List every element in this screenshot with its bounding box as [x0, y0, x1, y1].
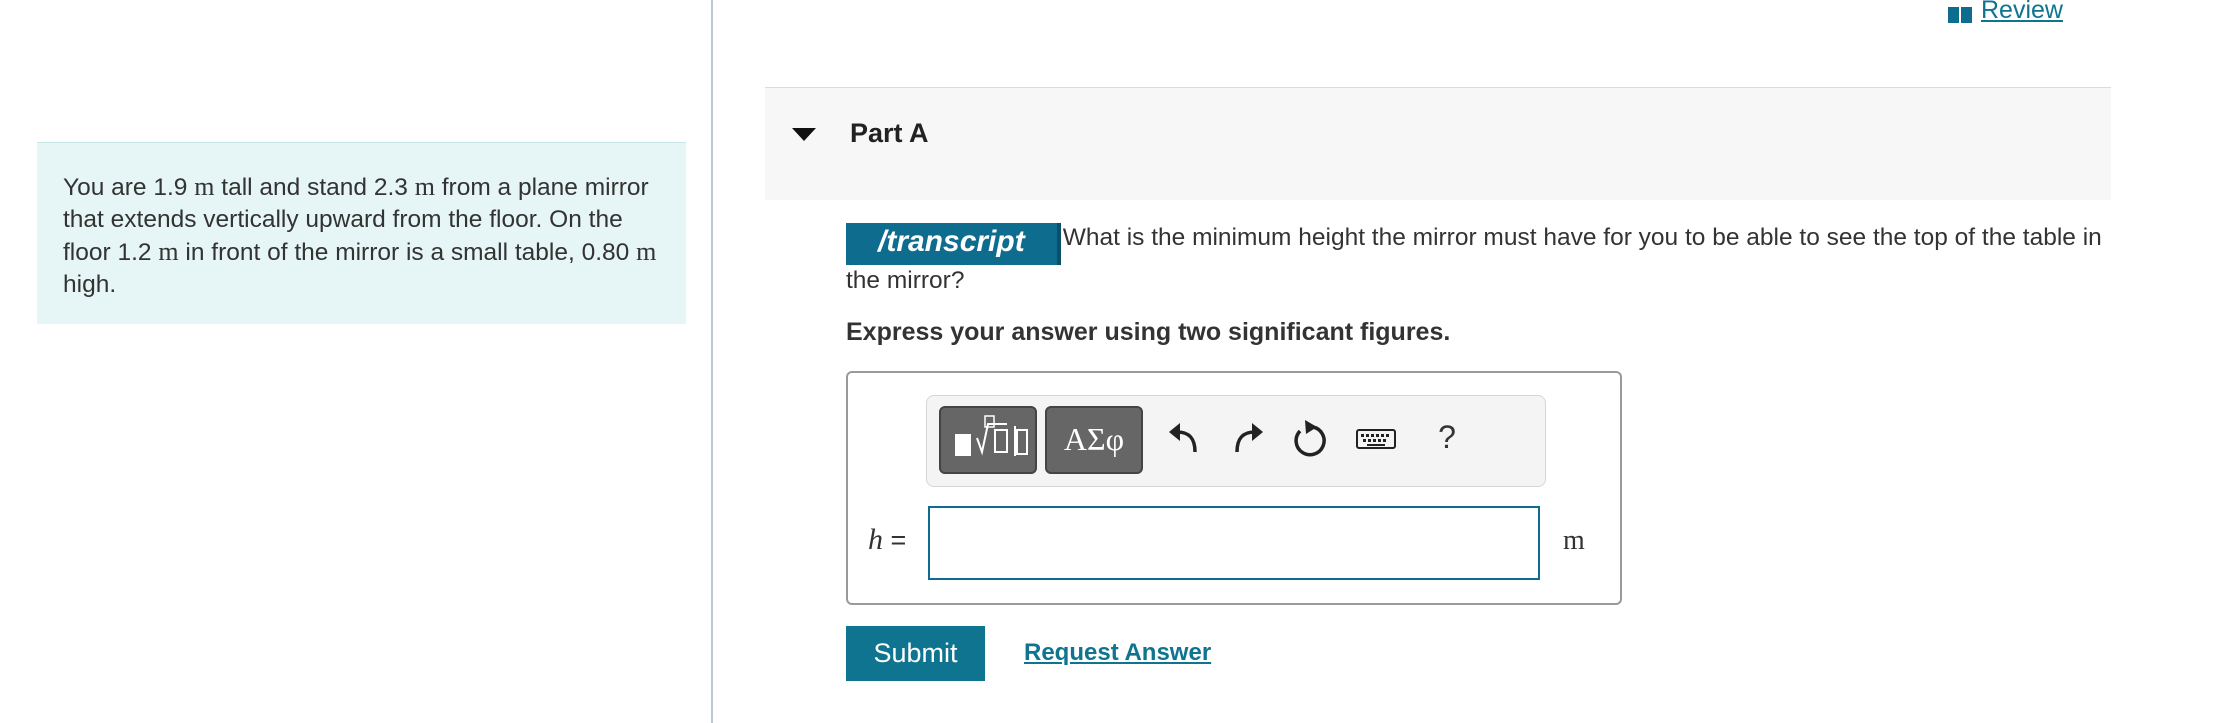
- redo-icon[interactable]: [1229, 418, 1265, 458]
- unit-m: m: [194, 172, 215, 201]
- review-label: Review: [1981, 0, 2063, 24]
- help-icon[interactable]: ?: [1429, 418, 1465, 458]
- page: You are 1.9 m tall and stand 2.3 m from …: [0, 0, 2216, 723]
- transcript-badge: /transcript: [846, 223, 1061, 265]
- question: /transcript What is the minimum height th…: [846, 222, 2116, 297]
- answer-box: ΑΣφ ? h = m: [846, 371, 1622, 605]
- problem-statement: You are 1.9 m tall and stand 2.3 m from …: [37, 142, 686, 324]
- book-icon: [1947, 2, 1973, 23]
- collapse-caret-icon[interactable]: [792, 128, 816, 141]
- templates-icon: [955, 415, 1028, 456]
- answer-input[interactable]: [928, 506, 1540, 580]
- reset-icon[interactable]: [1291, 418, 1327, 458]
- submit-button[interactable]: Submit: [846, 626, 985, 681]
- equals-sign: =: [883, 525, 907, 555]
- unit-m: m: [158, 237, 179, 266]
- keyboard-icon[interactable]: [1355, 418, 1397, 458]
- undo-icon[interactable]: [1167, 418, 1203, 458]
- review-link[interactable]: Review: [1947, 0, 2063, 25]
- problem-text-2: tall and stand 2.3: [214, 174, 415, 201]
- symbols-button[interactable]: ΑΣφ: [1045, 406, 1143, 474]
- unit-m: m: [414, 172, 435, 201]
- unit-m: m: [636, 237, 657, 266]
- instruction: Express your answer using two significan…: [846, 318, 1451, 346]
- math-toolbar: ΑΣφ ?: [926, 395, 1546, 487]
- problem-text-5: high.: [63, 271, 117, 298]
- variable-symbol: h: [868, 523, 883, 556]
- column-divider: [711, 0, 713, 723]
- unit-label: m: [1563, 525, 1585, 556]
- problem-text-1: You are 1.9: [63, 174, 195, 201]
- variable-label: h =: [868, 523, 906, 557]
- problem-text-4: in front of the mirror is a small table,…: [178, 239, 637, 266]
- part-header: Part A: [765, 87, 2111, 200]
- request-answer-link[interactable]: Request Answer: [1024, 639, 1211, 667]
- templates-button[interactable]: [939, 406, 1037, 474]
- part-title: Part A: [850, 118, 929, 148]
